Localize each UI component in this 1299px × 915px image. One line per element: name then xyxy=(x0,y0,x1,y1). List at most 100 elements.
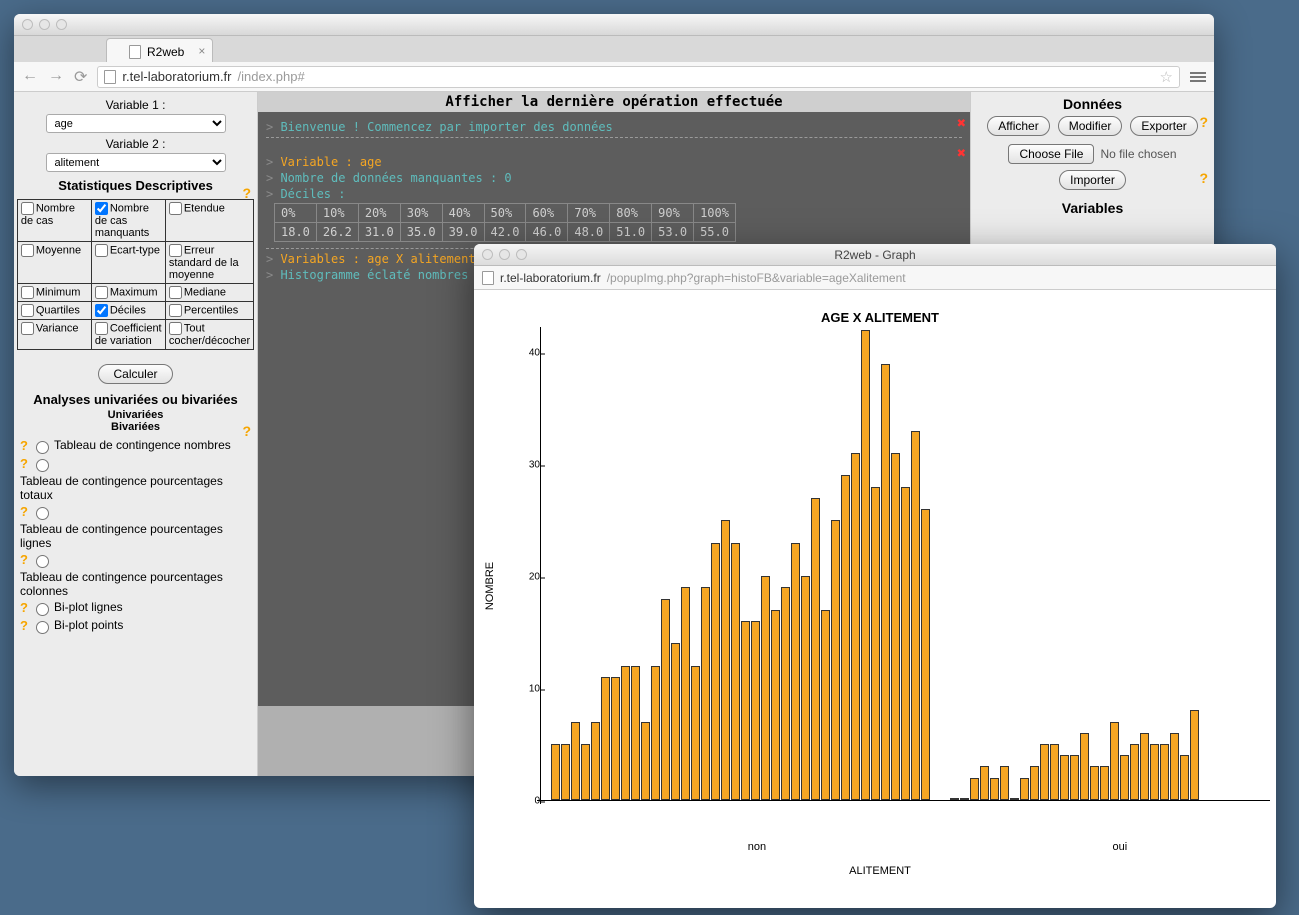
traffic-light-minimize[interactable] xyxy=(499,249,510,260)
decile-header: 30% xyxy=(400,204,442,223)
chrome-menu-icon[interactable] xyxy=(1190,72,1206,82)
address-bar[interactable]: r.tel-laboratorium.fr/index.php# ☆ xyxy=(97,66,1180,88)
analysis-radio[interactable] xyxy=(36,441,49,454)
reload-icon[interactable]: ⟳ xyxy=(74,67,87,87)
page-icon xyxy=(104,70,116,84)
bar xyxy=(990,778,999,800)
close-icon[interactable]: ✖ xyxy=(957,144,966,162)
help-icon[interactable]: ? xyxy=(1199,114,1208,130)
y-tick: 40 xyxy=(516,348,540,359)
choose-file-button[interactable]: Choose File xyxy=(1008,144,1094,164)
bar xyxy=(1060,755,1069,800)
decile-header: 100% xyxy=(694,204,736,223)
stats-label: Maximum xyxy=(110,286,158,298)
traffic-light-close[interactable] xyxy=(482,249,493,260)
bar xyxy=(631,666,640,800)
page-icon xyxy=(129,45,141,59)
bar xyxy=(751,621,760,800)
traffic-light-minimize[interactable] xyxy=(39,19,50,30)
traffic-light-close[interactable] xyxy=(22,19,33,30)
stats-checkbox[interactable] xyxy=(95,304,108,317)
decile-value: 53.0 xyxy=(652,223,694,242)
stats-checkbox[interactable] xyxy=(21,286,34,299)
close-icon[interactable]: ✖ xyxy=(957,114,966,132)
stats-checkbox[interactable] xyxy=(21,202,34,215)
stats-checkbox[interactable] xyxy=(21,304,34,317)
bar xyxy=(771,610,780,800)
bar xyxy=(1140,733,1149,800)
forward-icon[interactable]: → xyxy=(48,67,64,87)
var1-select[interactable]: age xyxy=(46,114,226,133)
operation-banner[interactable]: Afficher la dernière opération effectuée xyxy=(258,92,970,112)
bar xyxy=(1050,744,1059,800)
help-icon[interactable]: ? xyxy=(20,600,28,615)
exporter-button[interactable]: Exporter xyxy=(1130,116,1197,136)
variable-line: Variable : age xyxy=(280,155,381,169)
help-icon[interactable]: ? xyxy=(20,618,28,633)
graph-address-bar[interactable]: r.tel-laboratorium.fr/popupImg.php?graph… xyxy=(474,266,1276,290)
bar xyxy=(1040,744,1049,800)
help-icon[interactable]: ? xyxy=(242,185,251,201)
stats-checkbox[interactable] xyxy=(95,244,108,257)
bar xyxy=(681,587,690,800)
help-icon[interactable]: ? xyxy=(242,423,251,439)
analysis-radio[interactable] xyxy=(36,507,49,520)
stats-checkbox[interactable] xyxy=(169,244,182,257)
bar xyxy=(591,722,600,800)
help-icon[interactable]: ? xyxy=(20,456,28,471)
stats-checkbox[interactable] xyxy=(95,286,108,299)
y-ticks: 010203040 xyxy=(512,331,540,801)
stats-checkbox[interactable] xyxy=(169,322,182,335)
y-tick: 0 xyxy=(516,796,540,807)
decile-header: 80% xyxy=(610,204,652,223)
analysis-radio[interactable] xyxy=(36,621,49,634)
traffic-light-zoom[interactable] xyxy=(516,249,527,260)
bar xyxy=(970,778,979,800)
x-axis-label: ALITEMENT xyxy=(494,865,1266,877)
graph-url-path: /popupImg.php?graph=histoFB&variable=age… xyxy=(607,271,906,285)
traffic-light-zoom[interactable] xyxy=(56,19,67,30)
graph-titlebar: R2web - Graph xyxy=(474,244,1276,266)
calculate-button[interactable]: Calculer xyxy=(98,364,172,384)
browser-tab[interactable]: R2web × xyxy=(106,38,213,62)
stats-checkbox[interactable] xyxy=(169,202,182,215)
analysis-radio[interactable] xyxy=(36,459,49,472)
back-icon[interactable]: ← xyxy=(22,67,38,87)
stats-checkbox[interactable] xyxy=(95,322,108,335)
analysis-radio[interactable] xyxy=(36,555,49,568)
afficher-button[interactable]: Afficher xyxy=(987,116,1049,136)
decile-header: 50% xyxy=(484,204,526,223)
decile-value: 26.2 xyxy=(316,223,358,242)
bookmark-star-icon[interactable]: ☆ xyxy=(1160,68,1173,86)
bar xyxy=(821,610,830,800)
importer-button[interactable]: Importer xyxy=(1059,170,1126,190)
help-icon[interactable]: ? xyxy=(20,552,28,567)
graph-popup-window: R2web - Graph r.tel-laboratorium.fr/popu… xyxy=(474,244,1276,908)
y-tick: 10 xyxy=(516,684,540,695)
stats-label: Ecart-type xyxy=(110,244,160,256)
stats-checkbox[interactable] xyxy=(21,244,34,257)
var2-select[interactable]: alitement xyxy=(46,153,226,172)
help-icon[interactable]: ? xyxy=(20,504,28,519)
bar xyxy=(1130,744,1139,800)
analysis-radio[interactable] xyxy=(36,603,49,616)
stats-checkbox[interactable] xyxy=(169,304,182,317)
bar xyxy=(611,677,620,800)
stats-label: Moyenne xyxy=(36,244,81,256)
stats-checkbox[interactable] xyxy=(21,322,34,335)
modifier-button[interactable]: Modifier xyxy=(1058,116,1123,136)
stats-checkbox[interactable] xyxy=(95,202,108,215)
bar xyxy=(811,498,820,800)
bar xyxy=(741,621,750,800)
help-icon[interactable]: ? xyxy=(1199,170,1208,186)
bar xyxy=(1160,744,1169,800)
bar xyxy=(581,744,590,800)
analysis-label: Tableau de contingence pourcentages tota… xyxy=(20,474,253,502)
stats-checkbox[interactable] xyxy=(169,286,182,299)
help-icon[interactable]: ? xyxy=(20,438,28,453)
bar xyxy=(1030,766,1039,800)
stats-checkbox-grid: Nombre de casNombre de cas manquantsEten… xyxy=(17,199,254,350)
tab-close-icon[interactable]: × xyxy=(198,44,205,58)
bivariees-label: Bivariées xyxy=(111,421,160,433)
browser-tabstrip: R2web × xyxy=(14,36,1214,62)
